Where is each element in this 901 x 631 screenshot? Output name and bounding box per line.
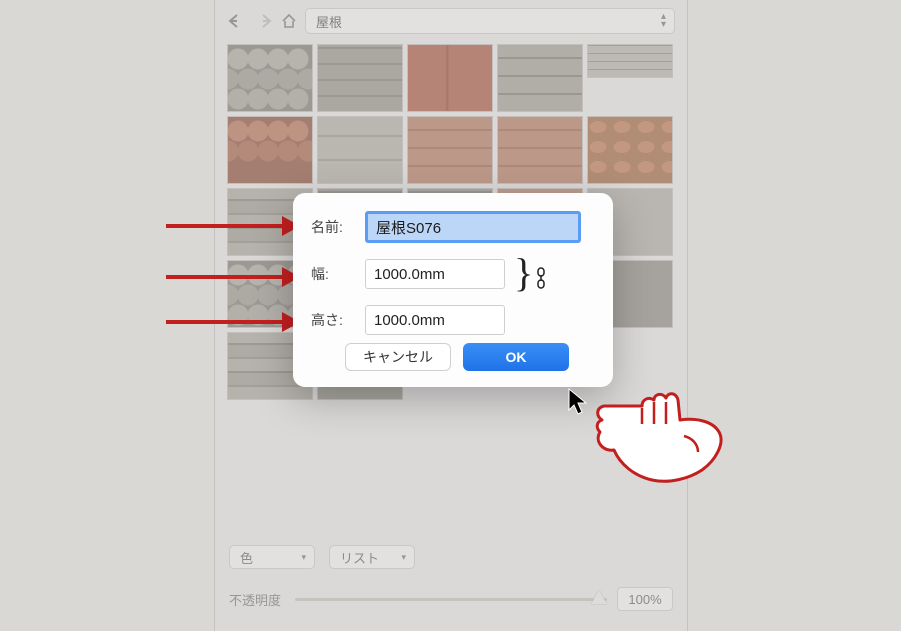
height-field[interactable] <box>365 305 505 335</box>
annotation-arrow <box>166 224 298 228</box>
ok-button-label: OK <box>506 349 527 365</box>
height-label: 高さ: <box>311 310 365 330</box>
brace-icon: } <box>514 253 533 293</box>
cancel-button[interactable]: キャンセル <box>345 343 451 371</box>
link-aspect-icon[interactable] <box>535 267 547 292</box>
texture-edit-dialog: 名前: 幅: 高さ: } キャンセル OK <box>293 193 613 387</box>
pointing-hand-icon <box>594 390 724 503</box>
annotation-arrow <box>166 320 298 324</box>
width-field[interactable] <box>365 259 505 289</box>
ok-button[interactable]: OK <box>463 343 569 371</box>
name-field[interactable] <box>365 211 581 243</box>
annotation-arrow <box>166 275 298 279</box>
name-label: 名前: <box>311 217 365 237</box>
width-label: 幅: <box>311 264 365 284</box>
cancel-button-label: キャンセル <box>363 347 433 367</box>
